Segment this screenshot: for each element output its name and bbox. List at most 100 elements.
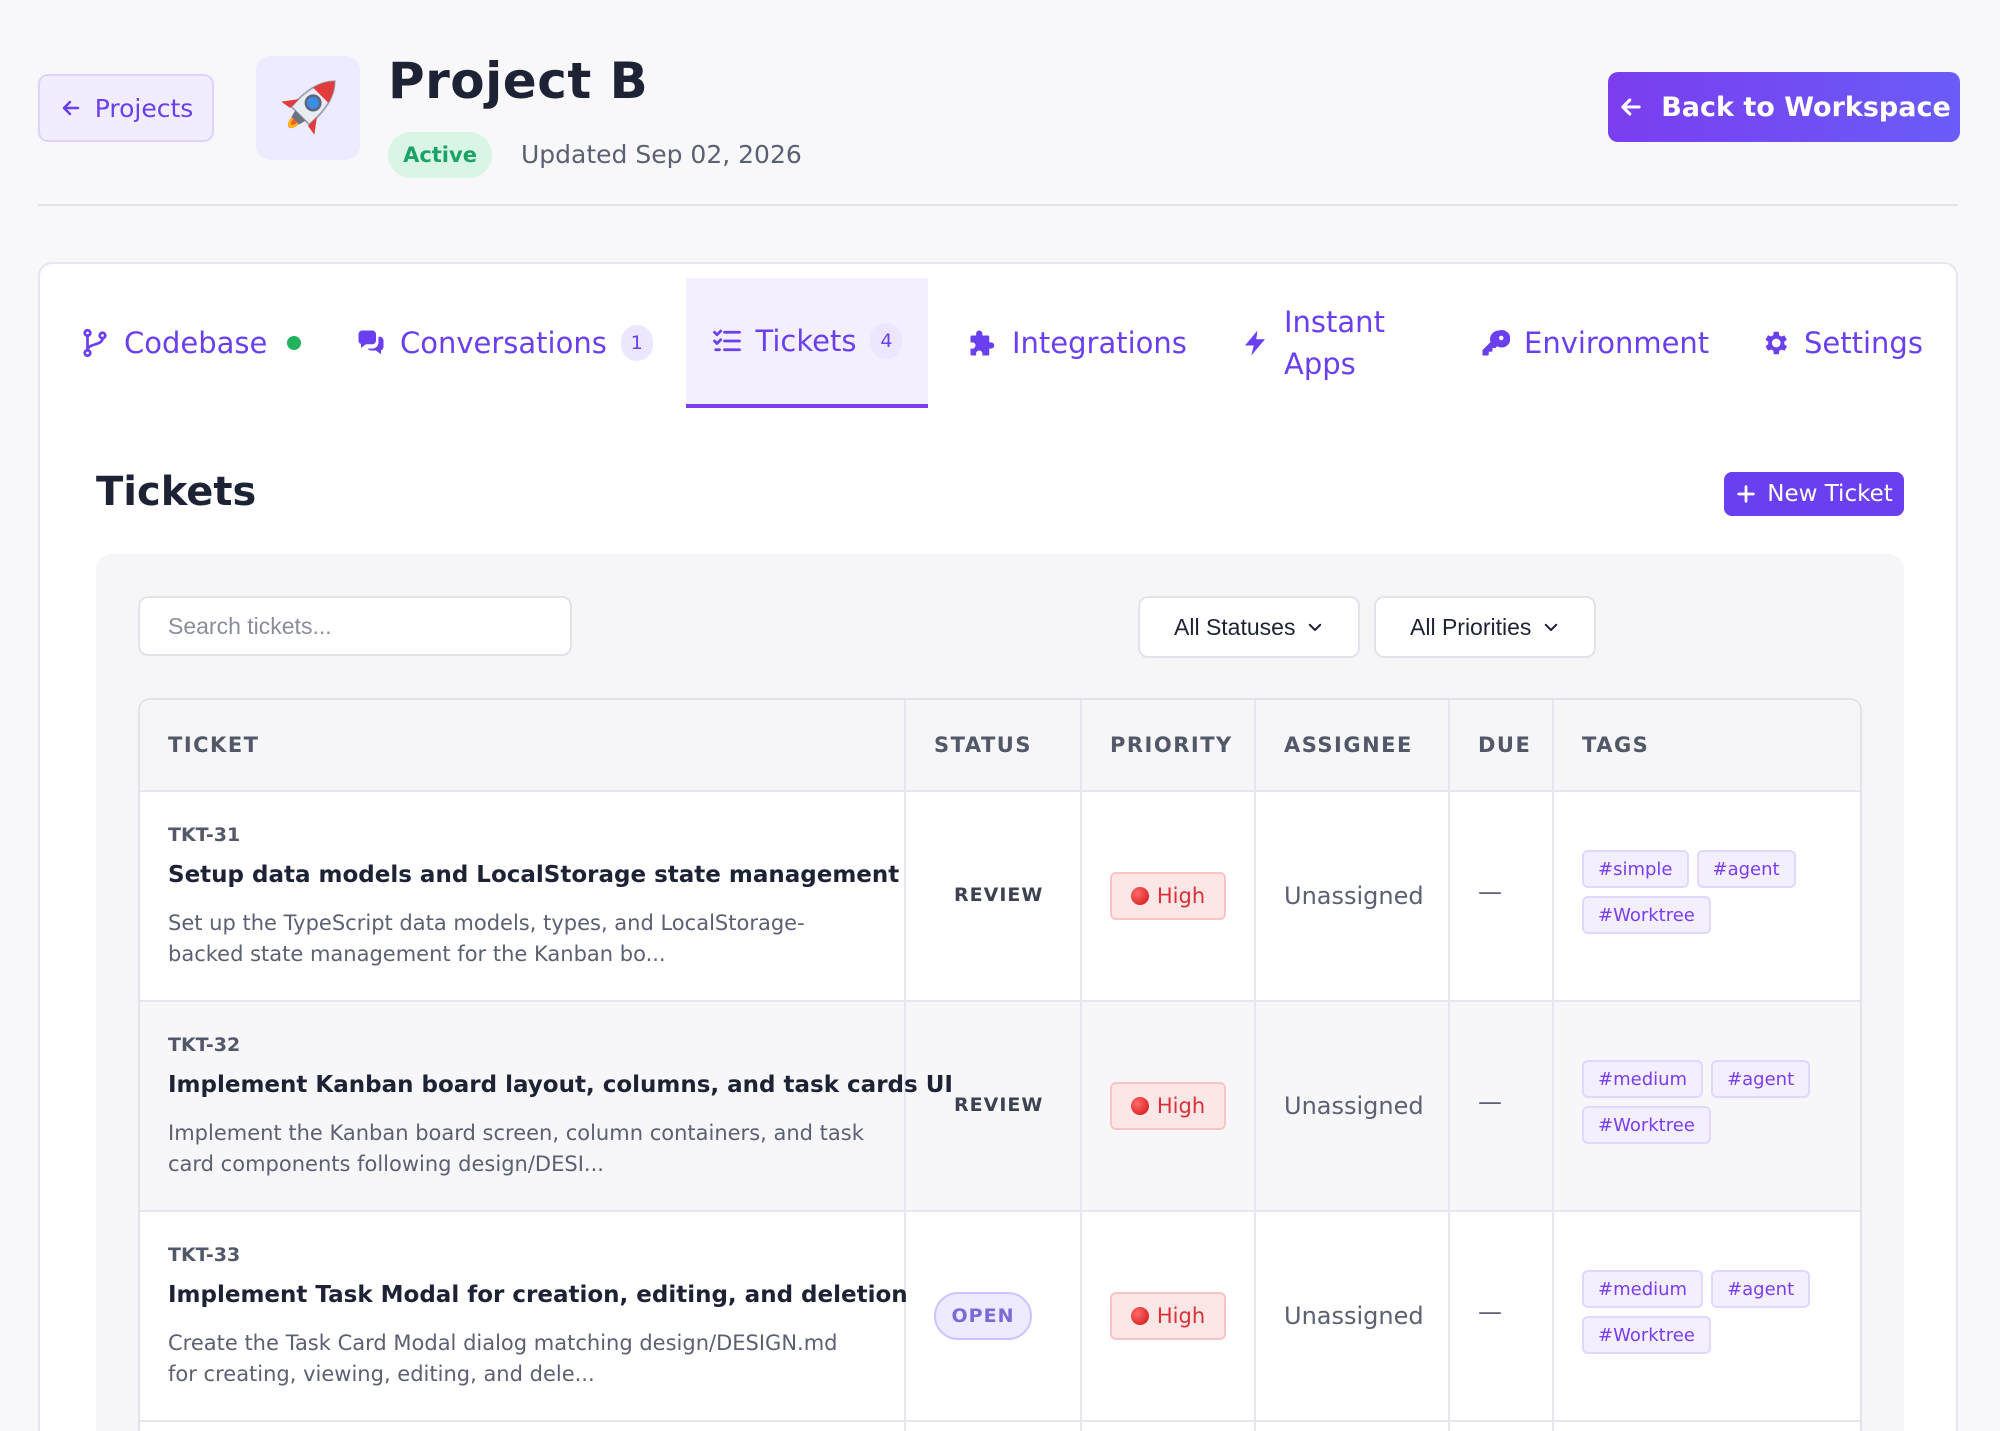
- tags-cell: #medium #agent #Worktree: [1554, 1212, 1860, 1420]
- updated-timestamp: Updated Sep 02, 2026: [521, 140, 802, 169]
- section-title: Tickets: [96, 469, 257, 515]
- tab-codebase-label: Codebase: [124, 326, 268, 360]
- arrow-left-icon: [62, 100, 79, 116]
- priority-filter-value: All Priorities: [1410, 613, 1532, 640]
- list-check-icon: [712, 329, 741, 352]
- column-header-assignee[interactable]: ASSIGNEE: [1256, 700, 1450, 790]
- table-row[interactable]: TKT-32 Implement Kanban board layout, co…: [140, 1002, 1860, 1212]
- ticket-description: Create the Task Card Modal dialog matchi…: [168, 1331, 838, 1386]
- plus-icon: [1737, 485, 1755, 503]
- chevron-down-icon: [1544, 623, 1558, 631]
- table-row[interactable]: [140, 1422, 1860, 1431]
- tab-conversations-label: Conversations: [400, 326, 607, 360]
- due-label: —: [1478, 1298, 1502, 1326]
- tab-integrations[interactable]: Integrations: [968, 278, 1187, 408]
- tickets-panel: All Statuses All Priorities TICKET STATU…: [96, 554, 1904, 1431]
- ticket-title[interactable]: Setup data models and LocalStorage state…: [168, 862, 899, 888]
- new-ticket-label: New Ticket: [1767, 481, 1893, 507]
- tag[interactable]: #Worktree: [1582, 1316, 1711, 1354]
- tag[interactable]: #agent: [1711, 1060, 1811, 1098]
- tag[interactable]: #medium: [1582, 1060, 1704, 1098]
- column-header-status[interactable]: STATUS: [906, 700, 1082, 790]
- back-to-projects-button[interactable]: Projects: [38, 74, 214, 142]
- tag[interactable]: #Worktree: [1582, 1106, 1711, 1144]
- tickets-count-badge: 4: [870, 323, 903, 359]
- priority-label: High: [1156, 1094, 1206, 1118]
- tab-instant-apps-label: Instant Apps: [1284, 301, 1385, 385]
- tag[interactable]: #agent: [1696, 850, 1796, 888]
- column-header-tags[interactable]: TAGS: [1554, 700, 1860, 790]
- tab-tickets[interactable]: Tickets 4: [686, 278, 928, 408]
- tab-settings[interactable]: Settings: [1760, 278, 1923, 408]
- red-circle-icon: [1130, 887, 1149, 905]
- ticket-cell: TKT-33 Implement Task Modal for creation…: [140, 1212, 908, 1420]
- ticket-title[interactable]: Implement Kanban board layout, columns, …: [168, 1072, 953, 1098]
- red-circle-icon: [1130, 1307, 1149, 1325]
- tags-cell: [1554, 1422, 1860, 1431]
- search-input[interactable]: [138, 596, 572, 656]
- ticket-id: TKT-33: [168, 1244, 241, 1266]
- status-filter-value: All Statuses: [1174, 613, 1296, 640]
- priority-cell: [1082, 1422, 1256, 1431]
- key-icon: [1482, 330, 1510, 356]
- tag[interactable]: #simple: [1582, 850, 1689, 888]
- project-icon: [256, 56, 360, 160]
- back-to-workspace-button[interactable]: Back to Workspace: [1608, 72, 1960, 142]
- new-ticket-button[interactable]: New Ticket: [1724, 472, 1904, 516]
- status-filter-select[interactable]: All Statuses: [1138, 596, 1360, 658]
- tag-list: #simple #agent #Worktree: [1582, 850, 1852, 934]
- priority-cell: High: [1082, 792, 1256, 1000]
- tag[interactable]: #medium: [1582, 1270, 1704, 1308]
- ticket-title[interactable]: Implement Task Modal for creation, editi…: [168, 1282, 908, 1308]
- tab-codebase[interactable]: Codebase: [80, 278, 302, 408]
- tab-environment-label: Environment: [1524, 326, 1710, 360]
- assignee-label: Unassigned: [1284, 882, 1424, 910]
- ticket-description: Set up the TypeScript data models, types…: [168, 911, 805, 966]
- ticket-cell: TKT-31 Setup data models and LocalStorag…: [140, 792, 906, 1000]
- tab-tickets-label: Tickets: [755, 324, 857, 358]
- tab-conversations[interactable]: Conversations 1: [356, 278, 653, 408]
- gear-icon: [1765, 331, 1787, 355]
- status-badge: OPEN: [934, 1292, 1032, 1340]
- tab-settings-label: Settings: [1804, 326, 1923, 360]
- priority-badge: High: [1110, 872, 1226, 920]
- puzzle-icon: [970, 330, 995, 356]
- priority-filter-select[interactable]: All Priorities: [1374, 596, 1596, 658]
- back-to-projects-label: Projects: [94, 93, 194, 123]
- column-header-due[interactable]: DUE: [1450, 700, 1554, 790]
- due-cell: —: [1450, 792, 1554, 1000]
- ticket-id: TKT-32: [168, 1034, 241, 1056]
- due-cell: —: [1450, 1002, 1554, 1210]
- tab-instant-apps-line2: Apps: [1284, 347, 1356, 381]
- priority-cell: High: [1082, 1212, 1256, 1420]
- tag[interactable]: #Worktree: [1582, 896, 1711, 934]
- tab-instant-apps-line1: Instant: [1284, 305, 1385, 339]
- assignee-cell: [1256, 1422, 1450, 1431]
- conversations-count-badge: 1: [620, 325, 653, 361]
- assignee-cell: Unassigned: [1256, 1002, 1450, 1210]
- tab-bar: Codebase Conversations 1 Tickets 4 Integ…: [40, 278, 1956, 408]
- project-title: Project B: [388, 52, 649, 110]
- status-badge: Active: [388, 132, 492, 178]
- status-cell: REVIEW: [906, 1002, 1082, 1210]
- tab-environment[interactable]: Environment: [1480, 278, 1709, 408]
- bolt-icon: [1245, 330, 1265, 356]
- chat-icon: [358, 330, 384, 355]
- status-cell: REVIEW: [906, 792, 1082, 1000]
- assignee-cell: Unassigned: [1256, 792, 1450, 1000]
- column-header-ticket[interactable]: TICKET: [140, 700, 906, 790]
- priority-cell: High: [1082, 1002, 1256, 1210]
- tickets-table: TICKET STATUS PRIORITY ASSIGNEE DUE TAGS…: [138, 698, 1862, 1431]
- priority-badge: High: [1110, 1082, 1226, 1130]
- project-card: Codebase Conversations 1 Tickets 4 Integ…: [38, 262, 1958, 1431]
- tag[interactable]: #agent: [1711, 1270, 1811, 1308]
- tab-instant-apps[interactable]: Instant Apps: [1240, 278, 1385, 408]
- status-cell: [906, 1422, 1082, 1431]
- priority-label: High: [1156, 884, 1206, 908]
- tag-list: #medium #agent #Worktree: [1582, 1270, 1852, 1354]
- table-row[interactable]: TKT-31 Setup data models and LocalStorag…: [140, 792, 1860, 1002]
- table-row[interactable]: TKT-33 Implement Task Modal for creation…: [140, 1212, 1860, 1422]
- column-header-priority[interactable]: PRIORITY: [1082, 700, 1256, 790]
- table-header-row: TICKET STATUS PRIORITY ASSIGNEE DUE TAGS: [140, 700, 1860, 792]
- header-divider: [38, 204, 1958, 206]
